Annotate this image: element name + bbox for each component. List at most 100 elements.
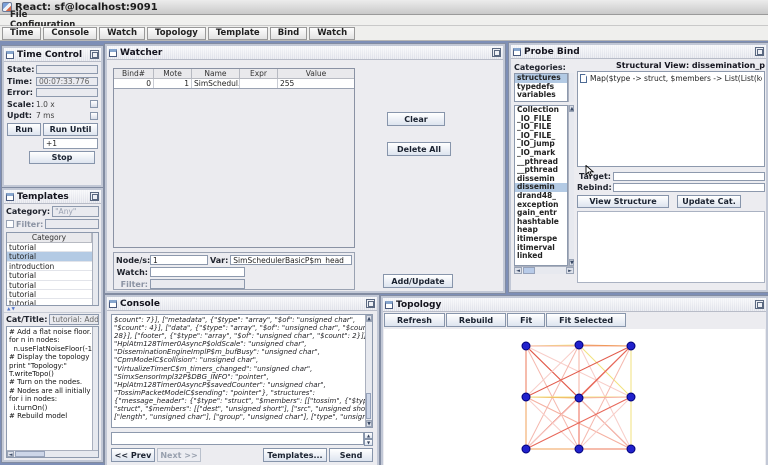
topology-canvas[interactable] bbox=[384, 329, 767, 465]
structure-item[interactable]: itimerspe bbox=[515, 235, 567, 244]
template-row[interactable]: tutorial bbox=[7, 290, 92, 299]
console-templates-button[interactable]: Templates... bbox=[263, 448, 327, 462]
add-update-button[interactable]: Add/Update bbox=[383, 274, 453, 288]
scale-adjust-button[interactable] bbox=[90, 100, 98, 108]
template-row[interactable]: tutorial bbox=[7, 252, 92, 261]
category-type-item[interactable]: structures bbox=[515, 74, 567, 83]
menu-item[interactable]: File bbox=[4, 10, 81, 20]
nodes-input[interactable]: 1 bbox=[150, 255, 208, 265]
filter-checkbox[interactable] bbox=[6, 220, 14, 228]
scroll-up-icon[interactable]: ▲ bbox=[366, 315, 372, 322]
run-button[interactable]: Run bbox=[7, 123, 41, 136]
time-control-titlebar[interactable]: Time Control bbox=[4, 48, 101, 62]
structure-vscrollbar[interactable]: ▲ ▼ bbox=[568, 105, 574, 266]
topology-button[interactable]: Fit Selected bbox=[546, 313, 626, 327]
toolbar-button[interactable]: Template bbox=[208, 27, 268, 40]
scroll-left-icon[interactable]: ◄ bbox=[7, 451, 14, 457]
toolbar-button[interactable]: Console bbox=[43, 27, 97, 40]
stop-button[interactable]: Stop bbox=[29, 151, 95, 164]
toolbar-button[interactable]: Watch bbox=[99, 27, 145, 40]
toolbar-button[interactable]: Watch bbox=[309, 27, 355, 40]
structure-item[interactable]: _IO_FILE_ bbox=[515, 132, 567, 141]
topology-button[interactable]: Refresh bbox=[384, 313, 445, 327]
template-code-area[interactable]: # Add a flat noise floor.for n in nodes:… bbox=[7, 327, 92, 450]
delete-all-button[interactable]: Delete All bbox=[387, 142, 451, 156]
structure-tree[interactable]: Map($type -> struct, $members -> List(Li… bbox=[577, 71, 765, 167]
code-vscrollbar[interactable] bbox=[92, 327, 98, 450]
toolbar-button[interactable]: Time bbox=[2, 27, 41, 40]
history-spinner[interactable]: ▲▼ bbox=[364, 432, 373, 445]
structure-item[interactable]: _IO_FILE bbox=[515, 123, 567, 132]
template-row[interactable]: introduction bbox=[7, 262, 92, 271]
template-row[interactable]: tutorial bbox=[7, 271, 92, 280]
template-row[interactable]: tutorial bbox=[7, 281, 92, 290]
topology-titlebar[interactable]: Topology bbox=[383, 298, 766, 312]
split-collapse-icon[interactable]: ▲ bbox=[7, 307, 10, 312]
scroll-down-icon[interactable]: ▼ bbox=[366, 420, 372, 427]
probe-bind-titlebar[interactable]: Probe Bind bbox=[511, 45, 766, 59]
watch-row[interactable]: 0 1 SimSchedul... 255 bbox=[114, 79, 354, 89]
scroll-thumb[interactable] bbox=[15, 451, 45, 457]
code-hscrollbar[interactable]: ◄ bbox=[7, 450, 98, 457]
topology-button[interactable]: Rebuild bbox=[446, 313, 506, 327]
view-structure-button[interactable]: View Structure bbox=[577, 195, 669, 208]
templates-titlebar[interactable]: Templates bbox=[4, 190, 101, 204]
structure-item[interactable]: Collection bbox=[515, 106, 567, 115]
structure-item[interactable]: linked bbox=[515, 252, 567, 261]
structure-item[interactable]: exception bbox=[515, 201, 567, 210]
col-value[interactable]: Value bbox=[278, 69, 354, 78]
category-combo[interactable]: "Any" bbox=[52, 206, 99, 217]
console-titlebar[interactable]: Console bbox=[107, 297, 377, 311]
category-type-item[interactable]: typedefs bbox=[515, 83, 567, 92]
structure-item[interactable]: __pthread bbox=[515, 166, 567, 175]
maximize-icon[interactable] bbox=[366, 299, 375, 308]
scroll-up-icon[interactable]: ▲ bbox=[569, 105, 574, 112]
scroll-left-icon[interactable]: ◄ bbox=[514, 267, 522, 274]
rebind-input[interactable] bbox=[613, 183, 765, 192]
send-button[interactable]: Send bbox=[329, 448, 373, 462]
var-input[interactable]: SimSchedulerBasicP$m_head bbox=[230, 255, 352, 265]
split-expand-icon[interactable]: ▼ bbox=[11, 307, 14, 312]
target-input[interactable] bbox=[613, 172, 765, 181]
maximize-icon[interactable] bbox=[755, 47, 764, 56]
scroll-right-icon[interactable]: ► bbox=[566, 267, 574, 274]
col-bind[interactable]: Bind# bbox=[114, 69, 154, 78]
category-type-scrollbar[interactable] bbox=[568, 73, 574, 102]
structure-item[interactable]: heap bbox=[515, 226, 567, 235]
structure-item[interactable]: itimerval bbox=[515, 244, 567, 253]
prev-button[interactable]: << Prev bbox=[111, 448, 155, 462]
templates-table-scrollbar[interactable] bbox=[92, 233, 98, 305]
structure-hscrollbar[interactable]: ◄ ► bbox=[514, 266, 574, 274]
col-name[interactable]: Name bbox=[192, 69, 240, 78]
topology-button[interactable]: Fit bbox=[507, 313, 545, 327]
update-cat-button[interactable]: Update Cat. bbox=[677, 195, 741, 208]
run-until-button[interactable]: Run Until bbox=[43, 123, 98, 136]
col-expr[interactable]: Expr bbox=[240, 69, 278, 78]
maximize-icon[interactable] bbox=[755, 300, 764, 309]
structure-item[interactable]: dissemin bbox=[515, 183, 567, 192]
next-button[interactable]: Next >> bbox=[157, 448, 201, 462]
watcher-titlebar[interactable]: Watcher bbox=[107, 46, 503, 60]
category-type-item[interactable]: variables bbox=[515, 91, 567, 100]
template-row[interactable]: tutorial bbox=[7, 243, 92, 252]
toolbar-button[interactable]: Bind bbox=[270, 27, 308, 40]
structure-item[interactable]: hashtable bbox=[515, 218, 567, 227]
watch-input[interactable] bbox=[150, 267, 245, 277]
scroll-down-icon[interactable]: ▼ bbox=[569, 259, 574, 266]
structure-item[interactable]: drand48_ bbox=[515, 192, 567, 201]
tree-item[interactable]: Map($type -> struct, $members -> List(Li… bbox=[590, 74, 762, 83]
template-row[interactable]: tutorial bbox=[7, 299, 92, 305]
maximize-icon[interactable] bbox=[90, 192, 99, 201]
structure-item[interactable]: __pthread bbox=[515, 158, 567, 167]
structure-item[interactable]: _IO_FILE bbox=[515, 115, 567, 124]
maximize-icon[interactable] bbox=[90, 50, 99, 59]
clear-button[interactable]: Clear bbox=[387, 112, 445, 126]
structure-item[interactable]: gain_entr bbox=[515, 209, 567, 218]
structure-item[interactable]: _IO_mark bbox=[515, 149, 567, 158]
run-until-input[interactable]: +1 bbox=[43, 138, 98, 149]
templates-table-header[interactable]: Category bbox=[7, 233, 92, 243]
updt-adjust-button[interactable] bbox=[90, 112, 98, 120]
console-output[interactable]: $count": 7}], ["metadata", {"$type": "ar… bbox=[112, 315, 365, 427]
console-input[interactable] bbox=[111, 432, 364, 445]
console-scrollbar[interactable]: ▲ ▼ bbox=[365, 315, 372, 427]
